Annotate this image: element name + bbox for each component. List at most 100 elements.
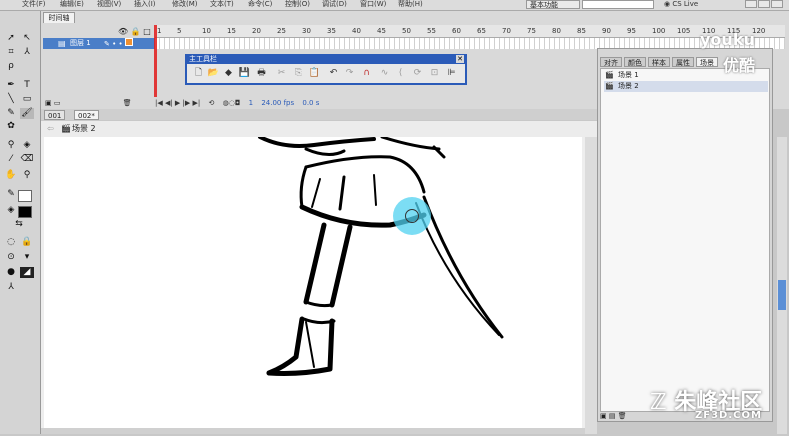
- lock-icon[interactable]: 🔒: [131, 27, 141, 36]
- pen-tool-icon[interactable]: ✒: [4, 80, 18, 91]
- eraser-tool-icon[interactable]: ⌫: [20, 154, 34, 165]
- straighten-icon[interactable]: ⟨: [394, 67, 407, 80]
- menu-help[interactable]: 帮助(H): [398, 0, 423, 9]
- scene-breadcrumb[interactable]: 场景 2: [72, 124, 96, 134]
- brush-size-icon[interactable]: ●: [4, 267, 18, 278]
- save-icon[interactable]: 💾: [238, 67, 251, 80]
- outline-icon[interactable]: □: [143, 27, 151, 36]
- eye-icon[interactable]: 👁: [118, 27, 128, 36]
- menu-view[interactable]: 视图(V): [97, 0, 121, 9]
- scene-item-label: 场景 2: [618, 82, 639, 90]
- deco-tool-icon[interactable]: ✿: [4, 121, 18, 132]
- menu-file[interactable]: 文件(F): [22, 0, 46, 9]
- brush-tool-icon[interactable]: 🖌: [20, 108, 34, 119]
- stage-vertical-scrollbar[interactable]: [585, 137, 597, 434]
- minimize-button[interactable]: [745, 0, 757, 8]
- duplicate-scene-icon[interactable]: ▣: [600, 412, 607, 420]
- cut-icon[interactable]: ✂: [275, 67, 288, 80]
- fill-color-swatch[interactable]: [18, 206, 32, 218]
- scale-icon[interactable]: ⊡: [428, 67, 441, 80]
- line-tool-icon[interactable]: ╲: [4, 94, 18, 105]
- menu-text[interactable]: 文本(T): [210, 0, 234, 9]
- scene-list-item[interactable]: 场景 2: [604, 81, 768, 92]
- print-icon[interactable]: 🖶: [255, 67, 268, 80]
- brush-shape-icon[interactable]: ▾: [20, 252, 34, 263]
- rectangle-tool-icon[interactable]: ▭: [20, 94, 34, 105]
- stage-canvas[interactable]: [44, 135, 582, 434]
- fill-color-icon[interactable]: ◈: [4, 205, 18, 216]
- menu-control[interactable]: 控制(O): [285, 0, 310, 9]
- delete-scene-icon[interactable]: 🗑: [618, 412, 627, 420]
- panel-tab-swatches[interactable]: 样本: [648, 57, 670, 67]
- eyedropper-tool-icon[interactable]: ⁄: [4, 154, 18, 165]
- pencil-tool-icon[interactable]: ✎: [4, 108, 18, 119]
- right-scrollbar-thumb[interactable]: [778, 280, 786, 310]
- open-file-icon[interactable]: 📂: [207, 67, 220, 80]
- copy-icon[interactable]: ⎘: [292, 67, 305, 80]
- tilt-icon[interactable]: ⅄: [4, 282, 18, 293]
- bridge-icon[interactable]: ◆: [222, 67, 235, 80]
- bone-tool-icon[interactable]: ⚲: [4, 140, 18, 151]
- pressure-icon[interactable]: ◢: [20, 267, 34, 278]
- smooth-icon[interactable]: ∿: [378, 67, 391, 80]
- menu-edit[interactable]: 编辑(E): [60, 0, 84, 9]
- layer-color-icon[interactable]: [124, 38, 133, 46]
- frame-ruler[interactable]: 1 5 10 15 20 25 30 35 40 45 50 55 60 65 70 75 80 85 90 95 10…: [155, 25, 785, 38]
- loop-icon[interactable]: ⟲: [209, 99, 215, 107]
- snap-icon[interactable]: ∩: [360, 67, 373, 80]
- lock-fill-icon[interactable]: 🔒: [20, 237, 34, 248]
- playback-controls-icon[interactable]: |◀ ◀| ▶ |▶ ▶|: [155, 99, 200, 107]
- add-scene-icon[interactable]: ▤: [609, 412, 616, 420]
- object-drawing-icon[interactable]: ◌: [4, 237, 18, 248]
- frame-rate[interactable]: 24.00 fps: [261, 99, 294, 107]
- free-transform-tool-icon[interactable]: ⌗: [4, 47, 18, 58]
- lasso-tool-icon[interactable]: ρ: [4, 61, 18, 72]
- back-arrow-icon[interactable]: ⇦: [47, 124, 54, 134]
- cs-live-button[interactable]: ◉ CS Live: [664, 0, 698, 9]
- close-button[interactable]: [771, 0, 783, 8]
- panel-tab-align[interactable]: 对齐: [600, 57, 622, 67]
- stroke-color-swatch[interactable]: [18, 190, 32, 202]
- menu-window[interactable]: 窗口(W): [360, 0, 386, 9]
- panel-tab-scene[interactable]: 场景: [696, 57, 718, 67]
- new-layer-icon[interactable]: ▣: [45, 99, 52, 107]
- playhead[interactable]: [154, 25, 157, 97]
- doc-tab-002[interactable]: 002*: [74, 110, 99, 120]
- stroke-color-icon[interactable]: ✎: [4, 189, 18, 200]
- new-folder-icon[interactable]: ▭: [54, 99, 61, 107]
- subselection-tool-icon[interactable]: ↖: [20, 33, 34, 44]
- stage-horizontal-scrollbar[interactable]: [41, 428, 585, 434]
- onion-skin-icon[interactable]: ◍◌◘: [223, 99, 241, 107]
- layer-name[interactable]: 图层 1: [70, 38, 91, 49]
- panel-tab-color[interactable]: 颜色: [624, 57, 646, 67]
- timeline-controls: |◀ ◀| ▶ |▶ ▶| ⟲ ◍◌◘ 1 24.00 fps 0.0 s: [155, 98, 595, 108]
- redo-icon[interactable]: ↷: [343, 67, 356, 80]
- workspace-switcher[interactable]: 基本功能: [526, 0, 580, 9]
- paste-icon[interactable]: 📋: [308, 67, 321, 80]
- menu-debug[interactable]: 调试(D): [322, 0, 347, 9]
- timeline-tab[interactable]: 时间轴: [43, 12, 75, 23]
- menu-insert[interactable]: 插入(I): [134, 0, 156, 9]
- rotate-icon[interactable]: ⟳: [411, 67, 424, 80]
- new-file-icon[interactable]: 🗋: [192, 67, 205, 80]
- menu-commands[interactable]: 命令(C): [248, 0, 272, 9]
- close-icon[interactable]: ✕: [456, 55, 464, 63]
- brush-mode-icon[interactable]: ⊙: [4, 252, 18, 263]
- panel-tab-properties[interactable]: 属性: [672, 57, 694, 67]
- zoom-tool-icon[interactable]: ⚲: [20, 170, 34, 181]
- align-icon[interactable]: ⊫: [445, 67, 458, 80]
- maximize-button[interactable]: [758, 0, 770, 8]
- selection-tool-icon[interactable]: ➚: [4, 33, 18, 44]
- delete-layer-icon[interactable]: 🗑: [123, 99, 132, 107]
- help-search-input[interactable]: [582, 0, 654, 9]
- main-toolbar-title[interactable]: 主工具栏: [185, 54, 467, 64]
- undo-icon[interactable]: ↶: [327, 67, 340, 80]
- hand-tool-icon[interactable]: ✋: [4, 170, 18, 181]
- paint-bucket-tool-icon[interactable]: ◈: [20, 140, 34, 151]
- swap-colors-icon[interactable]: ⇆: [12, 219, 26, 230]
- text-tool-icon[interactable]: T: [20, 80, 34, 91]
- doc-tab-001[interactable]: 001: [44, 110, 66, 120]
- 3d-rotation-tool-icon[interactable]: ⅄: [20, 47, 34, 58]
- ruler-tick: 100: [652, 27, 666, 35]
- menu-modify[interactable]: 修改(M): [172, 0, 198, 9]
